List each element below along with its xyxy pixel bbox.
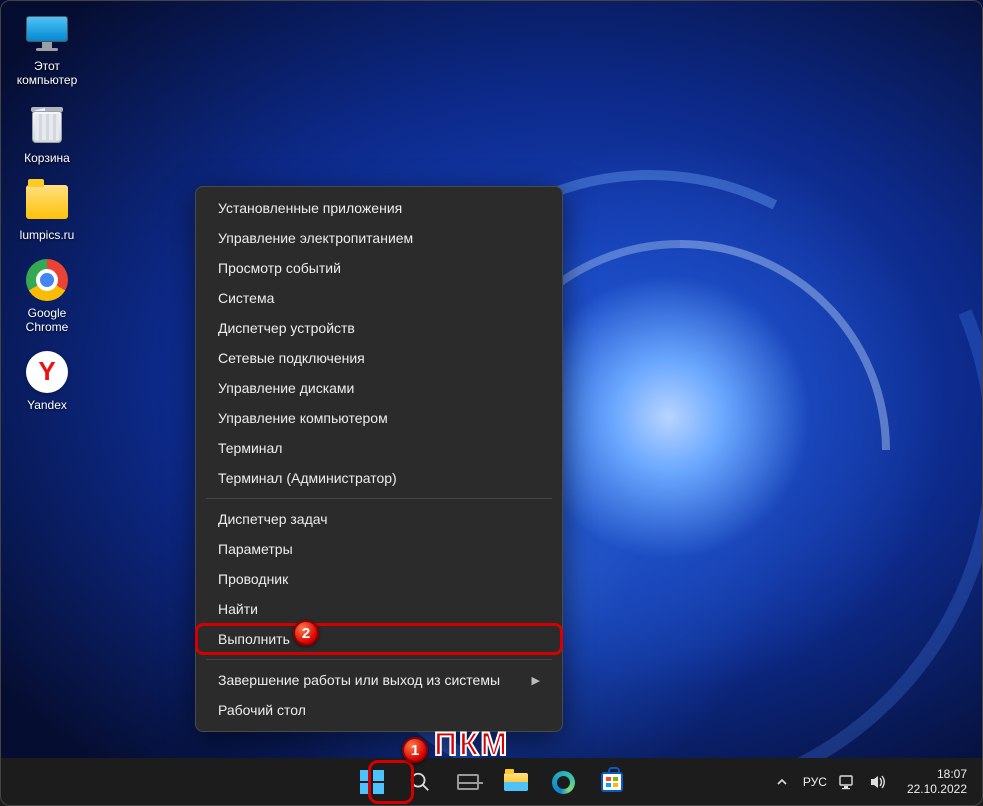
menu-item-label: Терминал bbox=[218, 440, 282, 456]
annotation-badge-2: 2 bbox=[293, 620, 319, 646]
desktop-icon-label: Yandex bbox=[27, 399, 67, 413]
menu-item-terminal[interactable]: Терминал bbox=[196, 433, 562, 463]
recycle-bin-icon bbox=[27, 105, 67, 145]
desktop-icon-recycle-bin[interactable]: Корзина bbox=[8, 102, 86, 166]
annotation-badge-1: 1 bbox=[402, 737, 428, 763]
desktop-icons-area: Этот компьютер Корзина lumpics.ru Google… bbox=[8, 10, 98, 427]
desktop-icon-label: Этот компьютер bbox=[17, 60, 78, 88]
menu-item-computer-management[interactable]: Управление компьютером bbox=[196, 403, 562, 433]
menu-item-label: Установленные приложения bbox=[218, 200, 402, 216]
tray-language-label: РУС bbox=[803, 775, 827, 789]
desktop-icon-yandex[interactable]: Y Yandex bbox=[8, 349, 86, 413]
desktop-icon-label: Корзина bbox=[24, 152, 70, 166]
desktop-icon-folder-lumpics[interactable]: lumpics.ru bbox=[8, 179, 86, 243]
edge-icon bbox=[552, 771, 575, 794]
menu-item-label: Диспетчер устройств bbox=[218, 320, 355, 336]
menu-item-label: Управление дисками bbox=[218, 380, 354, 396]
menu-item-label: Сетевые подключения bbox=[218, 350, 365, 366]
tray-time: 18:07 bbox=[907, 767, 967, 782]
taskbar-edge[interactable] bbox=[544, 762, 584, 802]
menu-item-device-manager[interactable]: Диспетчер устройств bbox=[196, 313, 562, 343]
menu-item-terminal-admin[interactable]: Терминал (Администратор) bbox=[196, 463, 562, 493]
folder-icon bbox=[26, 185, 68, 219]
tray-volume[interactable] bbox=[869, 774, 887, 790]
menu-item-disk-management[interactable]: Управление дисками bbox=[196, 373, 562, 403]
start-context-menu: Установленные приложения Управление элек… bbox=[195, 186, 563, 732]
menu-item-label: Завершение работы или выход из системы bbox=[218, 672, 500, 688]
tray-chevron-up[interactable] bbox=[773, 776, 791, 788]
menu-item-label: Терминал (Администратор) bbox=[218, 470, 397, 486]
menu-item-search[interactable]: Найти bbox=[196, 594, 562, 624]
taskbar: РУС 18:07 22.10.2022 bbox=[0, 758, 983, 806]
task-view-icon bbox=[457, 774, 479, 790]
yandex-icon: Y bbox=[26, 351, 68, 393]
chevron-up-icon bbox=[776, 776, 788, 788]
store-icon bbox=[601, 772, 623, 792]
menu-item-label: Управление электропитанием bbox=[218, 230, 413, 246]
menu-item-label: Система bbox=[218, 290, 274, 306]
volume-icon bbox=[869, 774, 887, 790]
network-icon bbox=[839, 774, 857, 790]
tray-language[interactable]: РУС bbox=[803, 775, 827, 789]
this-pc-icon bbox=[26, 16, 68, 50]
annotation-start-outline bbox=[368, 760, 414, 804]
taskbar-right: РУС 18:07 22.10.2022 bbox=[773, 758, 975, 806]
menu-item-label: Рабочий стол bbox=[218, 702, 306, 718]
menu-item-task-manager[interactable]: Диспетчер задач bbox=[196, 504, 562, 534]
desktop-icon-label: Google Chrome bbox=[26, 307, 69, 335]
menu-item-network-connections[interactable]: Сетевые подключения bbox=[196, 343, 562, 373]
menu-item-power-management[interactable]: Управление электропитанием bbox=[196, 223, 562, 253]
menu-item-label: Просмотр событий bbox=[218, 260, 341, 276]
tray-network[interactable] bbox=[839, 774, 857, 790]
menu-item-installed-apps[interactable]: Установленные приложения bbox=[196, 193, 562, 223]
desktop-icon-label: lumpics.ru bbox=[20, 229, 75, 243]
menu-separator bbox=[206, 498, 552, 499]
chevron-right-icon: ▶ bbox=[532, 674, 540, 687]
tray-clock[interactable]: 18:07 22.10.2022 bbox=[899, 767, 975, 797]
menu-item-run[interactable]: Выполнить bbox=[196, 624, 562, 654]
chrome-icon bbox=[26, 259, 68, 301]
taskbar-file-explorer[interactable] bbox=[496, 762, 536, 802]
file-explorer-icon bbox=[504, 773, 528, 791]
menu-item-label: Управление компьютером bbox=[218, 410, 388, 426]
menu-item-label: Параметры bbox=[218, 541, 293, 557]
menu-item-label: Найти bbox=[218, 601, 258, 617]
tray-date: 22.10.2022 bbox=[907, 782, 967, 797]
menu-item-explorer[interactable]: Проводник bbox=[196, 564, 562, 594]
menu-item-label: Выполнить bbox=[218, 631, 290, 647]
menu-item-system[interactable]: Система bbox=[196, 283, 562, 313]
task-view-button[interactable] bbox=[448, 762, 488, 802]
menu-item-event-viewer[interactable]: Просмотр событий bbox=[196, 253, 562, 283]
menu-item-shutdown-submenu[interactable]: Завершение работы или выход из системы ▶ bbox=[196, 665, 562, 695]
desktop-icon-chrome[interactable]: Google Chrome bbox=[8, 257, 86, 335]
menu-item-label: Проводник bbox=[218, 571, 288, 587]
menu-item-label: Диспетчер задач bbox=[218, 511, 328, 527]
menu-separator bbox=[206, 659, 552, 660]
menu-item-desktop[interactable]: Рабочий стол bbox=[196, 695, 562, 725]
desktop-icon-this-pc[interactable]: Этот компьютер bbox=[8, 10, 86, 88]
menu-item-settings[interactable]: Параметры bbox=[196, 534, 562, 564]
taskbar-store[interactable] bbox=[592, 762, 632, 802]
annotation-pkm-text: ПКМ bbox=[434, 726, 509, 763]
